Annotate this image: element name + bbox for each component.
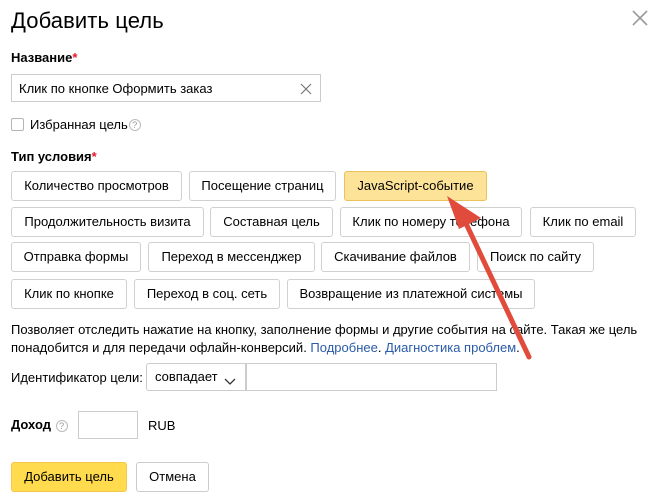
- name-field[interactable]: [11, 74, 321, 102]
- help-icon[interactable]: ?: [128, 118, 141, 131]
- match-type-value: совпадает: [155, 369, 218, 384]
- condition-chip-file-download[interactable]: Скачивание файлов: [321, 242, 470, 272]
- favorite-label: Избранная цель: [30, 117, 128, 132]
- name-label: Название*: [11, 50, 78, 65]
- income-input[interactable]: [78, 411, 138, 439]
- condition-chip-javascript-event[interactable]: JavaScript-событие: [344, 171, 487, 201]
- condition-description: Позволяет отследить нажатие на кнопку, з…: [11, 322, 638, 355]
- name-input[interactable]: [12, 75, 292, 101]
- condition-type-label: Тип условия*: [11, 149, 97, 164]
- condition-chip-payment-return[interactable]: Возвращение из платежной системы: [287, 279, 535, 309]
- condition-chip-pageviews[interactable]: Количество просмотров: [11, 171, 182, 201]
- income-help-icon[interactable]: ?: [55, 419, 68, 432]
- diagnostics-link[interactable]: Диагностика проблем: [385, 340, 516, 355]
- close-icon[interactable]: [630, 8, 650, 28]
- condition-chip-page-visit[interactable]: Посещение страниц: [189, 171, 336, 201]
- condition-chip-composite-goal[interactable]: Составная цель: [210, 207, 333, 237]
- cancel-button[interactable]: Отмена: [136, 462, 209, 492]
- income-label: Доход ?: [11, 417, 68, 432]
- condition-chip-phone-click[interactable]: Клик по номеру телефона: [340, 207, 522, 237]
- condition-chip-form-submit[interactable]: Отправка формы: [11, 242, 141, 272]
- condition-chip-visit-duration[interactable]: Продолжительность визита: [11, 207, 204, 237]
- condition-chip-social-network[interactable]: Переход в соц. сеть: [134, 279, 280, 309]
- currency-label: RUB: [148, 418, 176, 433]
- favorite-checkbox[interactable]: [11, 118, 24, 131]
- condition-chip-site-search[interactable]: Поиск по сайту: [477, 242, 594, 272]
- identifier-input[interactable]: [246, 363, 497, 391]
- favorite-goal-option[interactable]: Избранная цель ?: [11, 117, 141, 132]
- add-goal-button[interactable]: Добавить цель: [11, 462, 127, 492]
- condition-chip-button-click[interactable]: Клик по кнопке: [11, 279, 127, 309]
- condition-chip-email-click[interactable]: Клик по email: [530, 207, 636, 237]
- more-link[interactable]: Подробнее: [310, 340, 377, 355]
- identifier-label: Идентификатор цели:: [11, 370, 143, 385]
- match-type-select[interactable]: совпадает: [146, 363, 246, 391]
- chevron-down-icon: [224, 370, 236, 385]
- condition-chip-messenger[interactable]: Переход в мессенджер: [148, 242, 315, 272]
- dialog-title: Добавить цель: [11, 8, 164, 33]
- clear-icon[interactable]: [300, 82, 312, 95]
